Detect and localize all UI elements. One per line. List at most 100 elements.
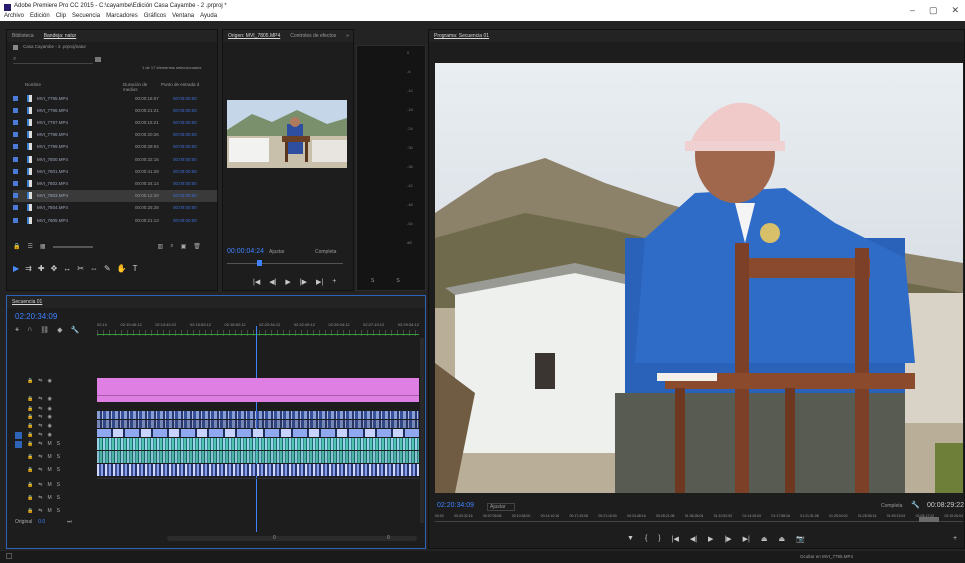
linked-selection-icon[interactable]: ⛓ [40, 326, 49, 334]
track-solo-button[interactable]: S [57, 508, 60, 514]
rate-stretch-tool-icon[interactable]: ↔ [63, 264, 71, 273]
minimize-button[interactable]: – [910, 5, 915, 16]
selection-tool-icon[interactable]: ▶ [13, 264, 19, 273]
program-fit-select[interactable]: Ajustar [487, 503, 515, 511]
track-target-toggle[interactable] [15, 508, 22, 515]
menu-secuencia[interactable]: Secuencia [72, 13, 100, 19]
col-in-point[interactable]: Punto de entrada d [161, 82, 199, 92]
track-sync-icon[interactable]: ⇋ [38, 378, 42, 384]
lock-icon[interactable]: 🔒 [13, 243, 20, 250]
track-mute-button[interactable]: M [47, 441, 51, 447]
menu-ayuda[interactable]: Ayuda [200, 13, 217, 19]
timeline-horizontal-scrollbar[interactable] [167, 536, 417, 541]
menu-archivo[interactable]: Archivo [4, 13, 24, 19]
track-sync-icon[interactable]: ⇋ [38, 482, 42, 488]
project-item-row[interactable]: MVI_7799.MP4 00:00:29:04 00:00:00:00 [13, 141, 217, 153]
track-sync-icon[interactable]: ⇋ [38, 441, 42, 447]
step-forward-frame-icon[interactable]: |▶ [724, 535, 731, 543]
program-scrub-bar[interactable] [435, 521, 963, 522]
nest-icon[interactable]: ⚹ [15, 326, 19, 334]
track-solo-button[interactable]: S [57, 454, 60, 460]
track-lock-icon[interactable]: 🔒 [27, 508, 33, 514]
track-target-toggle[interactable] [15, 440, 22, 448]
program-playhead-handle[interactable] [919, 517, 939, 522]
pink-clip[interactable] [97, 378, 419, 402]
automate-icon[interactable]: ▥ [158, 243, 164, 250]
track-target-toggle[interactable] [15, 495, 22, 502]
lift-icon[interactable]: ⏏ [761, 535, 768, 543]
track-mute-button[interactable]: M [47, 495, 51, 501]
clip-name[interactable]: MVI_7798.MP4 [37, 132, 135, 137]
track-sync-icon[interactable]: ⇋ [38, 454, 42, 460]
menu-graficos[interactable]: Gráficos [144, 13, 166, 19]
program-play-icon[interactable]: ▶ [708, 535, 713, 543]
program-quality-select[interactable]: Completa [881, 503, 902, 509]
col-name[interactable]: Nombre [25, 82, 123, 92]
track-sync-icon[interactable]: ⇋ [38, 508, 42, 514]
col-duration[interactable]: Duración de medios [123, 82, 161, 92]
clip-name[interactable]: MVI_7805.MP4 [37, 218, 135, 223]
source-timecode[interactable]: 00:00:04:24 [227, 248, 264, 255]
clip-name[interactable]: MVI_7804.MP4 [37, 205, 135, 210]
clip-name[interactable]: MVI_7802.MP4 [37, 181, 135, 186]
track-eye-icon[interactable]: ◉ [47, 432, 51, 438]
source-time-ruler[interactable] [227, 260, 343, 271]
project-item-row[interactable]: MVI_7805.MP4 00:00:21:13 00:00:00:00 [13, 214, 217, 226]
maximize-button[interactable]: ▢ [929, 5, 938, 16]
add-button-icon[interactable]: + [332, 278, 336, 286]
track-eye-icon[interactable]: ◉ [47, 396, 51, 402]
program-ruler[interactable]: 00:00 00:03:32:16 00:07:05:08 00:10:38:00 00… [435, 514, 963, 518]
slip-tool-icon[interactable]: ⇔ [90, 264, 98, 273]
timeline-ruler[interactable]: 02:10 02:10:45:12 02:13:40:12 02:15:53:12 02… [97, 322, 419, 327]
timeline-vertical-scrollbar[interactable] [420, 338, 424, 523]
tab-sequence[interactable]: Secuencia 01 [12, 299, 42, 305]
project-item-row[interactable]: MVI_7801.MP4 00:00:41:29 00:00:00:00 [13, 165, 217, 177]
track-lock-icon[interactable]: 🔒 [27, 378, 33, 384]
new-bin-icon[interactable] [95, 57, 101, 62]
track-lock-icon[interactable]: 🔒 [27, 423, 33, 429]
delete-icon[interactable]: 🗑 [193, 243, 201, 250]
timeline-settings-icon[interactable]: 🔧 [71, 326, 80, 334]
label-color-swatch[interactable] [13, 95, 18, 101]
play-icon[interactable]: ▶ [285, 278, 290, 286]
label-color-swatch[interactable] [13, 217, 18, 223]
icon-view-icon[interactable]: ▦ [40, 243, 46, 250]
program-add-button-icon[interactable]: + [953, 535, 957, 542]
track-target-toggle[interactable] [15, 414, 22, 421]
clip-name[interactable]: MVI_7800.MP4 [37, 157, 135, 162]
label-color-swatch[interactable] [13, 107, 18, 113]
source-quality-select[interactable]: Completa [315, 249, 336, 255]
clip-name[interactable]: MVI_7797.MP4 [37, 120, 135, 125]
list-view-icon[interactable]: ☰ [27, 243, 32, 250]
tab-bandeja[interactable]: Bandeja: natur [44, 33, 77, 39]
video-clip-v3[interactable] [97, 420, 419, 428]
video-clip-v2[interactable] [97, 429, 419, 437]
search-input[interactable]: ⌕ [13, 56, 93, 64]
project-item-row[interactable]: MVI_7802.MP4 00:00:34:14 00:00:00:00 [13, 177, 217, 189]
label-color-swatch[interactable] [13, 193, 18, 199]
track-mute-button[interactable]: M [47, 467, 51, 473]
clip-name[interactable]: MVI_7801.MP4 [37, 169, 135, 174]
clip-name[interactable]: MVI_7799.MP4 [37, 144, 135, 149]
panel-overflow-icon[interactable]: » [346, 33, 349, 39]
step-forward-icon[interactable]: ▶| [316, 278, 323, 286]
track-eye-icon[interactable]: ◉ [47, 414, 51, 420]
wrench-icon[interactable]: 🔧 [911, 501, 920, 509]
track-sync-icon[interactable]: ⇋ [38, 432, 42, 438]
add-marker-timeline-icon[interactable]: ◆ [57, 326, 62, 334]
project-item-row[interactable]: MVI_7804.MP4 00:00:25:28 00:00:00:00 [13, 202, 217, 214]
ripple-tool-icon[interactable]: ✚ [38, 264, 45, 273]
track-sync-icon[interactable]: ⇋ [38, 414, 42, 420]
master-track-value[interactable]: 0.0 [38, 519, 45, 525]
track-lock-icon[interactable]: 🔒 [27, 441, 33, 447]
track-lock-icon[interactable]: 🔒 [27, 467, 33, 473]
export-frame-icon[interactable]: 📷 [796, 535, 805, 543]
clip-name[interactable]: MVI_7796.MP4 [37, 108, 135, 113]
audio-clip-a1[interactable] [97, 438, 419, 450]
find-icon[interactable]: ⌕ [170, 243, 173, 250]
label-color-swatch[interactable] [13, 132, 18, 138]
label-color-swatch[interactable] [13, 205, 18, 211]
track-sync-icon[interactable]: ⇋ [38, 467, 42, 473]
close-button[interactable]: ✕ [951, 5, 959, 16]
next-frame-icon[interactable]: |▶ [300, 278, 307, 286]
